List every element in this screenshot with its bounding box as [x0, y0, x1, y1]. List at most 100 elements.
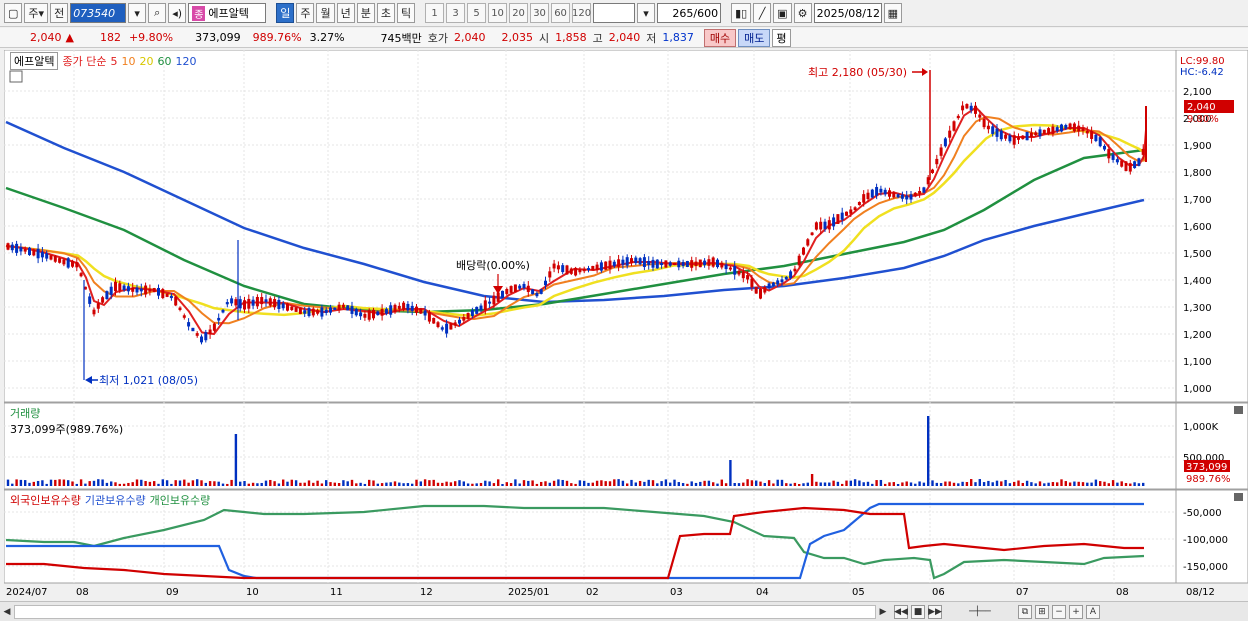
candle-body [333, 307, 337, 310]
drawing-tool-icon[interactable]: ╱ [753, 3, 772, 23]
interval-20[interactable]: 20 [509, 3, 529, 23]
interval-60[interactable]: 60 [551, 3, 571, 23]
candle-body [157, 287, 160, 296]
playback-controls: ◀◀ ■ ▶▶ ─┼── ⧉ ⊞ − + A [890, 604, 1100, 619]
forward-icon[interactable]: ▶▶ [928, 604, 942, 619]
toolbar: ▢ 주 ▾ 전 073540 ▾ ⌕ ◂) 종 에프알텍 일 주 월 년 분 초 … [0, 0, 1248, 27]
average-button[interactable]: 평 [772, 28, 791, 47]
volume-bar [935, 482, 938, 486]
interval-120[interactable]: 120 [572, 3, 591, 23]
price-legend: 에프알텍 종가 단순 5 10 20 60 120 [10, 52, 196, 70]
zoom-slider[interactable]: ─┼── [945, 605, 1015, 619]
price-tick-label: 1,100 [1183, 357, 1212, 368]
category-badge: 종 [192, 5, 206, 21]
candle-body [1085, 130, 1089, 134]
dividend-annotation: 배당락(0.00%) [456, 259, 530, 272]
volume-bar [462, 481, 465, 486]
volume-bar [716, 483, 719, 486]
grid-toggle-icon[interactable] [9, 70, 23, 83]
candle-body [40, 251, 44, 258]
interval-1[interactable]: 1 [425, 3, 445, 23]
buy-button[interactable]: 매수 [703, 28, 737, 47]
volume-bar [393, 481, 397, 486]
candle-body [827, 220, 831, 230]
custom-interval-input[interactable] [593, 3, 636, 23]
interval-30[interactable]: 30 [530, 3, 550, 23]
tab-day[interactable]: 일 [276, 3, 295, 23]
zoom-in-icon[interactable]: + [1069, 604, 1083, 619]
volume-bar [630, 479, 633, 486]
code-dropdown-icon[interactable]: ▾ [128, 3, 147, 23]
layout-split-icon[interactable]: ⊞ [1035, 604, 1049, 619]
layout-icon[interactable]: ▢ [4, 3, 23, 23]
chart-scrollbar[interactable]: ◀ ▶ ◀◀ ■ ▶▶ ─┼── ⧉ ⊞ − + A [0, 601, 1248, 621]
x-tick-label: 09 [166, 587, 179, 598]
candle-body [458, 319, 461, 324]
volume-bar [243, 481, 246, 486]
tab-year[interactable]: 년 [336, 3, 355, 23]
search-icon[interactable]: ⌕ [148, 3, 167, 23]
candle-body [870, 189, 874, 198]
rewind-icon[interactable]: ◀◀ [894, 604, 908, 619]
volume-bar [772, 483, 775, 486]
candle-type-icon[interactable]: ▮▯ [731, 3, 752, 23]
interval-dropdown-icon[interactable]: ▾ [637, 3, 656, 23]
chart-canvas[interactable]: 2,1002,0001,9001,8001,7001,6001,5001,400… [3, 49, 1248, 601]
candle-body [307, 308, 311, 316]
calendar-icon[interactable]: ▦ [883, 3, 902, 23]
copy-icon[interactable]: ⧉ [1018, 604, 1032, 619]
candle-body [505, 288, 509, 294]
save-icon[interactable]: ▣ [773, 3, 792, 23]
volume-bar [845, 480, 848, 486]
candle-body [569, 268, 573, 274]
tab-second[interactable]: 초 [376, 3, 395, 23]
tab-minute[interactable]: 분 [356, 3, 375, 23]
holding-close-icon[interactable] [1234, 493, 1243, 501]
font-icon[interactable]: A [1086, 604, 1100, 619]
candle-body [303, 310, 307, 314]
volume-bar [1099, 481, 1102, 486]
chart-area[interactable]: 2,100 2,000 1,900 1,800 1,700 1,600 1,500 1,400… [3, 49, 1248, 601]
candle-body [320, 307, 324, 317]
volume-bar [432, 479, 435, 486]
stop-icon[interactable]: ■ [911, 604, 925, 619]
volume-bar [613, 479, 616, 486]
volume-pct: 989.76% [252, 31, 302, 44]
scroll-track[interactable] [14, 604, 876, 619]
sell-button[interactable]: 매도 [738, 28, 771, 47]
scroll-right-icon[interactable]: ▶ [876, 604, 890, 620]
candle-body [896, 194, 900, 198]
stock-name-box[interactable]: 종 에프알텍 [188, 3, 267, 23]
volume-close-icon[interactable] [1234, 406, 1243, 414]
zoom-out-icon[interactable]: − [1052, 604, 1066, 619]
candle-body [888, 190, 891, 197]
interval-5[interactable]: 5 [467, 3, 487, 23]
candle-body [161, 289, 165, 298]
volume-bar [1124, 483, 1128, 486]
volume-bar [492, 483, 496, 486]
tab-month[interactable]: 월 [316, 3, 335, 23]
period-main-button[interactable]: 주 ▾ [24, 3, 49, 23]
volume-bar [1120, 481, 1123, 486]
candle-body [552, 263, 556, 269]
volume-bar [299, 482, 302, 486]
interval-10[interactable]: 10 [488, 3, 508, 23]
interval-3[interactable]: 3 [446, 3, 466, 23]
candle-body [556, 265, 560, 270]
ma10-legend: 10 [121, 54, 136, 68]
volume-bar [879, 479, 883, 486]
tab-tick[interactable]: 틱 [396, 3, 416, 23]
volume-tag: 373,099 [1186, 462, 1227, 473]
date-input[interactable]: 2025/08/12 [813, 3, 882, 23]
low-annotation: 최저 1,021 (08/05) [99, 374, 198, 387]
prev-button[interactable]: 전 [50, 3, 69, 23]
stock-code-input[interactable]: 073540 [70, 3, 127, 23]
speaker-icon[interactable]: ◂) [168, 3, 187, 23]
count-input[interactable]: 265/600 [657, 3, 722, 23]
scroll-left-icon[interactable]: ◀ [0, 604, 14, 620]
candle-body [496, 292, 500, 302]
stock-legend[interactable]: 에프알텍 [10, 52, 59, 70]
tab-week[interactable]: 주 [296, 3, 315, 23]
candle-body [45, 253, 49, 259]
gear-icon[interactable]: ⚙ [793, 3, 812, 23]
